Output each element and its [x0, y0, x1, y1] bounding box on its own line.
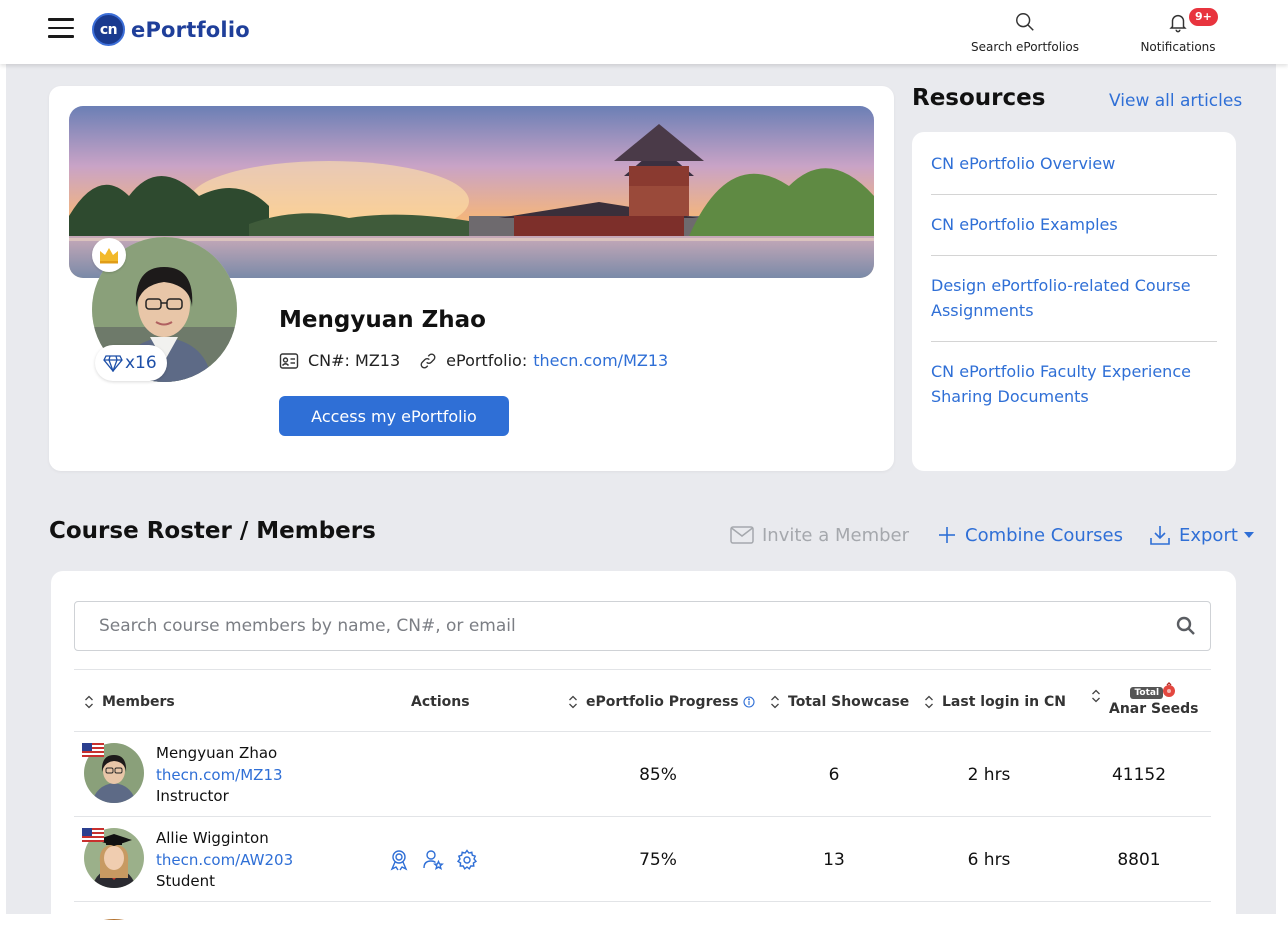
member-name: Mengyuan Zhao — [156, 744, 278, 762]
search-label: Search ePortfolios — [970, 40, 1080, 54]
profile-name: Mengyuan Zhao — [279, 307, 486, 333]
column-seeds-label: Anar Seeds — [1109, 700, 1199, 717]
pomegranate-icon — [1163, 681, 1176, 697]
notifications-button[interactable]: 9+ Notifications — [1134, 8, 1222, 54]
user-star-icon[interactable] — [422, 849, 444, 871]
sort-icon — [925, 695, 933, 708]
gem-count-badge[interactable]: x16 — [95, 345, 167, 381]
search-icon[interactable] — [1176, 616, 1196, 636]
resource-link-examples[interactable]: CN ePortfolio Examples — [931, 195, 1217, 256]
eportfolio-link[interactable]: thecn.com/MZ13 — [533, 351, 668, 370]
column-actions-label: Actions — [411, 693, 470, 710]
info-icon[interactable] — [743, 695, 755, 708]
invite-member-label: Invite a Member — [762, 524, 910, 546]
column-showcase-label: Total Showcase — [788, 693, 910, 710]
eportfolio-label: ePortfolio: — [446, 351, 528, 370]
member-showcase: 6 — [828, 764, 840, 785]
roster-card: Members Actions ePortfolio Progress Tota… — [51, 571, 1236, 931]
profile-card: x16 Mengyuan Zhao CN#: MZ13 ePortfolio: … — [49, 86, 894, 471]
caret-down-icon — [1243, 532, 1254, 538]
award-icon[interactable] — [388, 849, 410, 871]
crown-icon — [92, 238, 126, 272]
link-icon — [420, 353, 436, 368]
notifications-label: Notifications — [1140, 40, 1216, 54]
member-info: Allie Wigginton thecn.com/AW203 Student — [156, 828, 293, 893]
column-last-login-label: Last login in CN — [942, 693, 1066, 710]
column-members[interactable]: Members — [84, 670, 175, 733]
bell-icon: 9+ — [1134, 8, 1222, 36]
menu-icon[interactable] — [48, 18, 74, 40]
roster-title: Course Roster / Members — [49, 518, 376, 544]
member-role: Student — [156, 872, 216, 890]
member-actions — [388, 817, 490, 902]
member-seeds: 41152 — [1111, 764, 1167, 785]
column-progress-label: ePortfolio Progress — [586, 693, 739, 710]
app-name: ePortfolio — [131, 17, 250, 42]
roster-search-box — [74, 601, 1211, 651]
notification-count-badge: 9+ — [1189, 8, 1218, 26]
member-showcase: 13 — [823, 849, 845, 870]
column-total-showcase[interactable]: Total Showcase — [770, 670, 909, 733]
resources-title: Resources — [912, 85, 1046, 111]
column-anar-seeds[interactable]: Total Anar Seeds — [1091, 670, 1198, 733]
total-badge: Total — [1130, 686, 1164, 699]
sort-icon — [85, 695, 93, 708]
combine-courses-label: Combine Courses — [965, 524, 1123, 546]
cn-logo-badge: cn — [92, 13, 125, 46]
download-icon — [1150, 526, 1170, 545]
export-dropdown[interactable]: Export — [1149, 524, 1254, 546]
us-flag-icon — [82, 828, 104, 842]
table-row[interactable]: Mengyuan Zhao thecn.com/MZ13 Instructor … — [74, 732, 1211, 817]
gem-count: x16 — [125, 353, 157, 373]
sort-icon — [569, 695, 577, 708]
column-actions: Actions — [411, 670, 470, 733]
sort-icon — [771, 695, 779, 708]
member-name: Allie Wigginton — [156, 829, 269, 847]
access-eportfolio-button[interactable]: Access my ePortfolio — [279, 396, 509, 436]
gear-icon[interactable] — [456, 848, 478, 871]
resource-link-overview[interactable]: CN ePortfolio Overview — [931, 132, 1217, 195]
column-members-label: Members — [102, 693, 175, 710]
id-card-icon — [279, 352, 299, 369]
column-eportfolio-progress[interactable]: ePortfolio Progress — [568, 670, 755, 733]
member-info: Mengyuan Zhao thecn.com/MZ13 Instructor — [156, 743, 283, 808]
member-role: Instructor — [156, 787, 229, 805]
resource-link-design-assignments[interactable]: Design ePortfolio-related Course Assignm… — [931, 256, 1217, 342]
column-last-login[interactable]: Last login in CN — [924, 670, 1066, 733]
roster-search-input[interactable] — [99, 616, 1176, 636]
diamond-icon — [103, 355, 123, 372]
app-logo[interactable]: cn ePortfolio — [92, 13, 250, 46]
resource-link-faculty-experience[interactable]: CN ePortfolio Faculty Experience Sharing… — [931, 342, 1217, 409]
sort-icon — [1092, 689, 1100, 702]
top-bar: cn ePortfolio Search ePortfolios 9+ Noti… — [0, 0, 1288, 64]
member-last-login: 6 hrs — [967, 849, 1011, 870]
table-row[interactable]: Allie Wigginton thecn.com/AW203 Student … — [74, 817, 1211, 902]
member-progress: 75% — [639, 849, 677, 870]
member-progress: 85% — [639, 764, 677, 785]
combine-courses-button[interactable]: Combine Courses — [937, 525, 1123, 546]
envelope-icon — [730, 526, 754, 544]
member-link[interactable]: thecn.com/MZ13 — [156, 766, 283, 784]
cn-number: CN#: MZ13 — [308, 351, 401, 370]
member-link[interactable]: thecn.com/AW203 — [156, 851, 293, 869]
us-flag-icon — [82, 743, 104, 757]
plus-icon — [939, 527, 956, 543]
profile-meta: CN#: MZ13 ePortfolio: thecn.com/MZ13 — [279, 351, 668, 370]
roster-table-header: Members Actions ePortfolio Progress Tota… — [74, 669, 1211, 732]
search-icon — [966, 8, 1084, 36]
search-eportfolios-button[interactable]: Search ePortfolios — [966, 8, 1084, 54]
member-last-login: 2 hrs — [967, 764, 1011, 785]
invite-member-button[interactable]: Invite a Member — [730, 525, 909, 546]
resources-card: CN ePortfolio Overview CN ePortfolio Exa… — [912, 132, 1236, 471]
next-row-avatar-partial — [85, 910, 143, 920]
export-label: Export — [1178, 524, 1238, 546]
roster-actions: Invite a Member Combine Courses Export — [730, 524, 1254, 546]
member-seeds: 8801 — [1117, 849, 1161, 870]
view-all-articles-link[interactable]: View all articles — [1109, 91, 1242, 111]
